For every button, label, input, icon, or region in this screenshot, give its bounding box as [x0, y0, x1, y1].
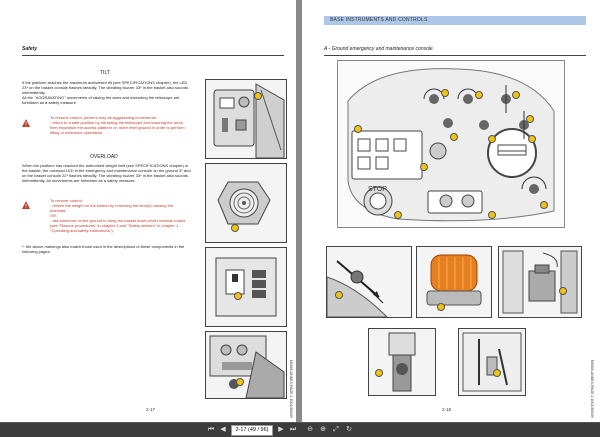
tilt-warning: To resume control, perform only de-aggra…	[50, 115, 190, 135]
tilt-warning-2: - return to a safe position by retractin…	[50, 120, 185, 135]
section-banner: BASE INSTRUMENTS AND CONTROLS	[324, 16, 586, 25]
callout	[475, 91, 483, 99]
zoom-out-icon[interactable]: ⊖	[305, 425, 315, 435]
side-code-line2: 1001/300/09	[590, 398, 594, 418]
callout	[528, 135, 536, 143]
callout-33	[231, 224, 239, 232]
page-number: 2-17	[146, 407, 156, 412]
viewer-toolbar: ⏮ ◀ 2-17 (49 / 96) ▶ ⏭ ⊖ ⊕ ⤢ ↻	[0, 422, 600, 437]
rotate-icon[interactable]: ↻	[344, 425, 354, 435]
callout	[420, 163, 428, 171]
last-page-button[interactable]: ⏭	[288, 425, 298, 435]
callout	[488, 211, 496, 219]
side-code-line1: M0005-ANNEX-PAGE 2	[289, 360, 293, 398]
header-rule	[22, 55, 284, 56]
overload-warning-2: - relieve the weight on the basket by re…	[50, 203, 174, 213]
fit-page-icon[interactable]: ⤢	[331, 425, 341, 435]
callout	[437, 303, 445, 311]
figure-buzzer	[205, 163, 287, 243]
overload-paragraph: When the platform has reached the author…	[22, 163, 191, 183]
figure-key-switch	[326, 246, 412, 318]
callout-23	[254, 92, 262, 100]
callout	[493, 369, 501, 377]
subtitle-overload: OVERLOAD	[90, 154, 118, 160]
callout	[526, 115, 534, 123]
figure-basket-console-overload	[205, 331, 287, 399]
left-document-page: Safety TILT If the platform reaches the …	[0, 0, 296, 422]
figure-ground-console: STOP	[337, 60, 565, 228]
tilt-paragraph: If the platform reaches the maximum auth…	[22, 80, 192, 105]
figure-basket-console-tilt	[205, 79, 287, 159]
overload-warning: To recover control: - relieve the weight…	[50, 198, 190, 233]
figure-manual-pump	[368, 328, 436, 396]
footnote: *: the above markings also match those u…	[22, 244, 185, 254]
zoom-in-icon[interactable]: ⊕	[318, 425, 328, 435]
callout	[488, 135, 496, 143]
next-page-button[interactable]: ▶	[276, 425, 286, 435]
subtitle-tilt: TILT	[100, 70, 110, 76]
callout	[559, 287, 567, 295]
callout	[450, 133, 458, 141]
warning-icon	[22, 114, 30, 127]
figure-hydraulic-pump	[498, 246, 582, 318]
warning-icon	[22, 196, 30, 209]
callout	[335, 291, 343, 299]
figure-beacon	[416, 246, 492, 318]
previous-page-button[interactable]: ◀	[218, 425, 228, 435]
callout	[540, 201, 548, 209]
page-number-input[interactable]: 2-17 (49 / 96)	[231, 425, 273, 436]
tilt-text-2: All the "AGGRAVATING" movements of raisi…	[22, 95, 180, 105]
overload-warning-4: - ask someone on the ground to bring the…	[50, 218, 186, 233]
stop-label: STOP	[368, 186, 387, 193]
side-code: M0005-ANNEX-PAGE 2 1001/300/09	[289, 360, 293, 418]
figure-overload-led	[205, 247, 287, 327]
callout-22	[236, 378, 244, 386]
section-title-console: A - Ground emergency and maintenance con…	[324, 46, 433, 52]
page-number: 2-18	[442, 407, 452, 412]
callout	[512, 91, 520, 99]
callout-3	[234, 292, 242, 300]
first-page-button[interactable]: ⏮	[206, 425, 216, 435]
right-document-page: BASE INSTRUMENTS AND CONTROLS A - Ground…	[302, 0, 600, 422]
header-rule	[324, 55, 586, 56]
side-code-line2: 1001/300/09	[289, 398, 293, 418]
callout	[375, 369, 383, 377]
figure-emergency-lever	[458, 328, 526, 396]
callout	[354, 125, 362, 133]
section-title-safety: Safety	[22, 46, 38, 52]
callout	[441, 89, 449, 97]
side-code: M0005-ANNEX-PAGE 2 1001/300/09	[590, 360, 594, 418]
tilt-text-1: If the platform reaches the maximum auth…	[22, 80, 188, 95]
callout	[394, 211, 402, 219]
banner-title: BASE INSTRUMENTS AND CONTROLS	[330, 17, 428, 23]
side-code-line1: M0005-ANNEX-PAGE 2	[590, 360, 594, 398]
